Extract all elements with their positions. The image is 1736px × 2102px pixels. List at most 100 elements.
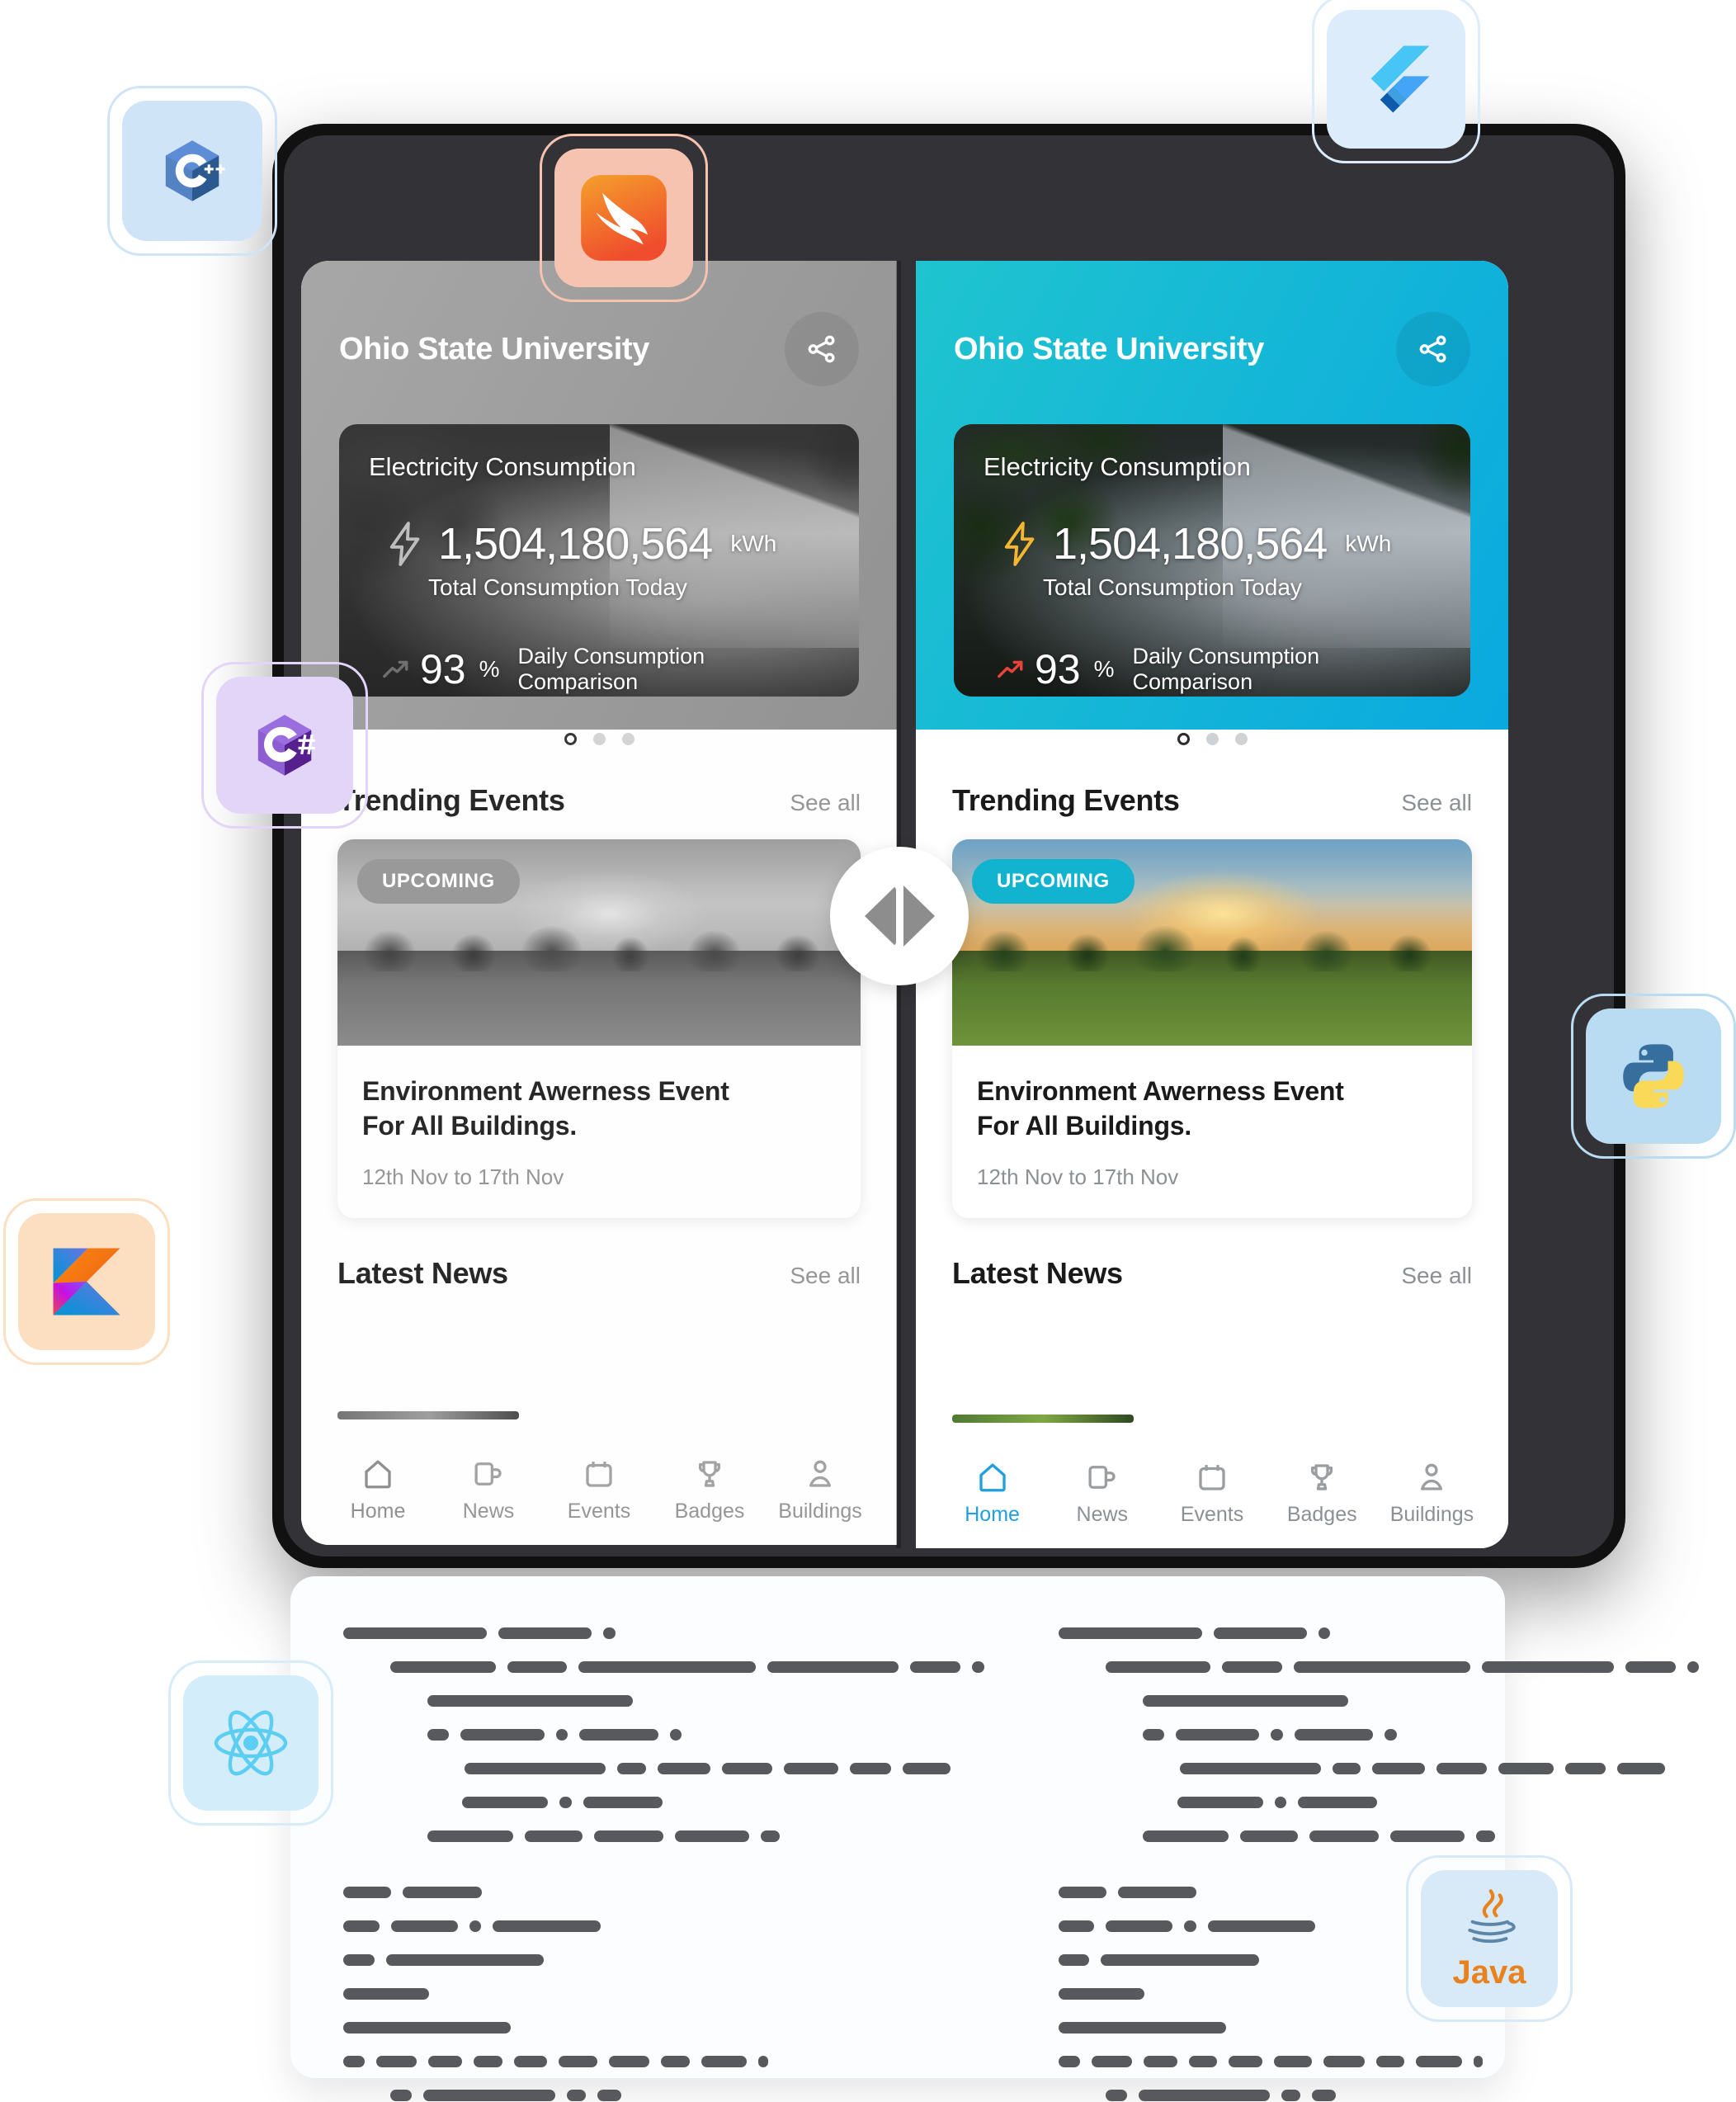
code-line: [343, 1887, 984, 1898]
code-token: [1058, 2022, 1226, 2034]
code-token: [390, 2090, 413, 2101]
code-token: [343, 1988, 430, 2000]
share-button[interactable]: [785, 312, 859, 386]
code-line: [1058, 1920, 1700, 1932]
page-title: Ohio State University: [339, 331, 649, 366]
code-token: [1271, 1729, 1283, 1741]
code-token: [460, 1729, 545, 1741]
trending-see-all-link[interactable]: See all: [790, 790, 861, 816]
nav-item-home[interactable]: Home: [937, 1460, 1047, 1527]
code-token: [423, 2090, 555, 2101]
carousel-dot-1[interactable]: [564, 733, 577, 745]
code-token: [498, 1627, 592, 1639]
code-token: [507, 1661, 568, 1673]
code-token: [760, 1830, 781, 1842]
app-header-after: Ohio State University Electricity Consum…: [916, 261, 1508, 730]
code-token: [783, 1763, 839, 1774]
csharp-icon[interactable]: [201, 662, 368, 829]
stat-comparison-label: Daily Consumption Comparison: [517, 644, 705, 694]
code-line: [343, 1661, 984, 1673]
nav-item-badges[interactable]: Badges: [654, 1457, 765, 1523]
share-icon: [808, 335, 835, 363]
event-card[interactable]: UPCOMING Environment Awerness Event For …: [337, 839, 861, 1219]
react-icon[interactable]: [168, 1660, 333, 1826]
electricity-stat-card-after[interactable]: Electricity Consumption 1,504,180,564 kW…: [954, 424, 1470, 697]
code-token: [555, 1729, 568, 1741]
news-see-all-link[interactable]: See all: [790, 1263, 861, 1289]
person-icon: [809, 1460, 832, 1487]
share-button-after[interactable]: [1396, 312, 1470, 386]
lightning-bolt-icon: [1004, 522, 1035, 566]
code-token: [469, 1920, 482, 1932]
event-image-after: UPCOMING: [952, 839, 1472, 1046]
nav-label-news: News: [462, 1500, 515, 1523]
carousel-dots-after[interactable]: [952, 733, 1472, 745]
app-header: Ohio State University Electricity Consum…: [301, 261, 897, 730]
code-token: [579, 1729, 658, 1741]
carousel-dot-3[interactable]: [1234, 733, 1248, 745]
compare-slider-handle[interactable]: [830, 847, 969, 985]
stat-percent-symbol-after: %: [1093, 656, 1115, 682]
stat-label-after: Electricity Consumption: [984, 452, 1251, 481]
code-line: [1058, 1954, 1700, 1966]
code-token: [1273, 2056, 1313, 2067]
home-icon: [365, 1460, 391, 1489]
code-token: [1105, 1661, 1211, 1673]
carousel-dot-2[interactable]: [1205, 733, 1219, 745]
code-token: [1294, 1729, 1374, 1741]
nav-label-news: News: [1076, 1503, 1129, 1526]
nav-item-buildings[interactable]: Buildings: [765, 1457, 875, 1523]
nav-item-home[interactable]: Home: [323, 1457, 433, 1523]
stat-caption: Total Consumption Today: [428, 574, 687, 600]
event-card-after[interactable]: UPCOMING Environment Awerness Event For …: [952, 839, 1472, 1219]
carousel-dot-2[interactable]: [592, 733, 606, 745]
code-token: [1385, 1729, 1397, 1741]
electricity-stat-section: Electricity Consumption 1,504,180,564 kW…: [339, 386, 859, 697]
code-token: [1105, 2090, 1127, 2101]
carousel-dots[interactable]: [337, 733, 861, 745]
code-token: [1213, 1627, 1307, 1639]
app-body-after: Trending Events See all UPCOMING Environ…: [916, 730, 1508, 1548]
code-token: [1058, 2056, 1080, 2067]
code-column-left: [343, 1627, 984, 2101]
cpp-icon[interactable]: [107, 86, 277, 256]
code-token: [559, 1797, 572, 1808]
carousel-dot-1[interactable]: [1177, 733, 1190, 745]
event-date-after: 12th Nov to 17th Nov: [977, 1164, 1179, 1190]
code-token: [462, 1797, 549, 1808]
nav-label-home: Home: [350, 1500, 406, 1523]
carousel-dot-3[interactable]: [621, 733, 634, 745]
code-token: [1143, 2056, 1177, 2067]
code-token: [1058, 1954, 1090, 1966]
nav-item-events[interactable]: Events: [1157, 1460, 1267, 1527]
swift-icon[interactable]: [540, 134, 708, 302]
nav-item-news[interactable]: News: [1047, 1460, 1157, 1527]
kotlin-icon[interactable]: [3, 1198, 170, 1365]
code-token: [427, 1830, 514, 1842]
python-icon[interactable]: [1571, 994, 1736, 1159]
trend-up-arrow-icon: [383, 660, 408, 678]
news-thumbnail-peek: [952, 1415, 1134, 1423]
trophy-icon: [1311, 1464, 1333, 1490]
flutter-icon[interactable]: [1312, 0, 1480, 163]
nav-item-buildings[interactable]: Buildings: [1377, 1460, 1487, 1527]
code-token: [1617, 1763, 1666, 1774]
arrow-right-icon: [903, 886, 935, 947]
trending-see-all-link-after[interactable]: See all: [1401, 790, 1472, 816]
java-icon[interactable]: Java: [1406, 1855, 1573, 2022]
person-icon: [1421, 1463, 1443, 1490]
nav-item-news[interactable]: News: [433, 1457, 544, 1523]
code-line: [1059, 1830, 1700, 1842]
calendar-icon: [586, 1462, 612, 1487]
code-line: [1059, 1729, 1700, 1741]
electricity-stat-card[interactable]: Electricity Consumption 1,504,180,564 kW…: [339, 424, 859, 697]
code-token: [1318, 1627, 1331, 1639]
nav-item-badges[interactable]: Badges: [1267, 1460, 1377, 1527]
stat-percent-symbol: %: [479, 656, 500, 682]
nav-item-events[interactable]: Events: [544, 1457, 654, 1523]
bottom-navigation: Home News Events Badges Buildings: [301, 1421, 897, 1545]
code-token: [559, 2056, 597, 2067]
code-token: [603, 1627, 616, 1639]
event-title-line2: For All Buildings.: [362, 1111, 578, 1141]
news-see-all-link-after[interactable]: See all: [1401, 1263, 1472, 1289]
